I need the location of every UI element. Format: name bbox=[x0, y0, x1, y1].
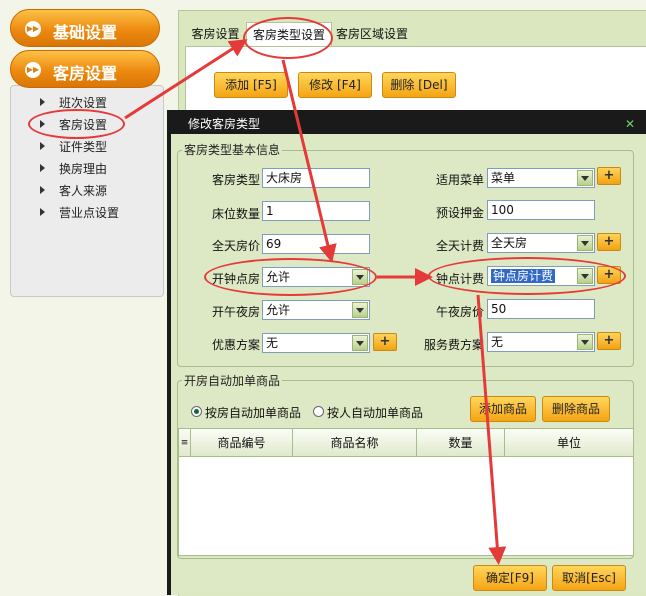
arrow-tab-to-field bbox=[281, 59, 337, 263]
arrow-to-confirm bbox=[476, 294, 507, 565]
arrow-nav-to-tab bbox=[124, 39, 248, 120]
annotation-arrows bbox=[124, 39, 507, 565]
